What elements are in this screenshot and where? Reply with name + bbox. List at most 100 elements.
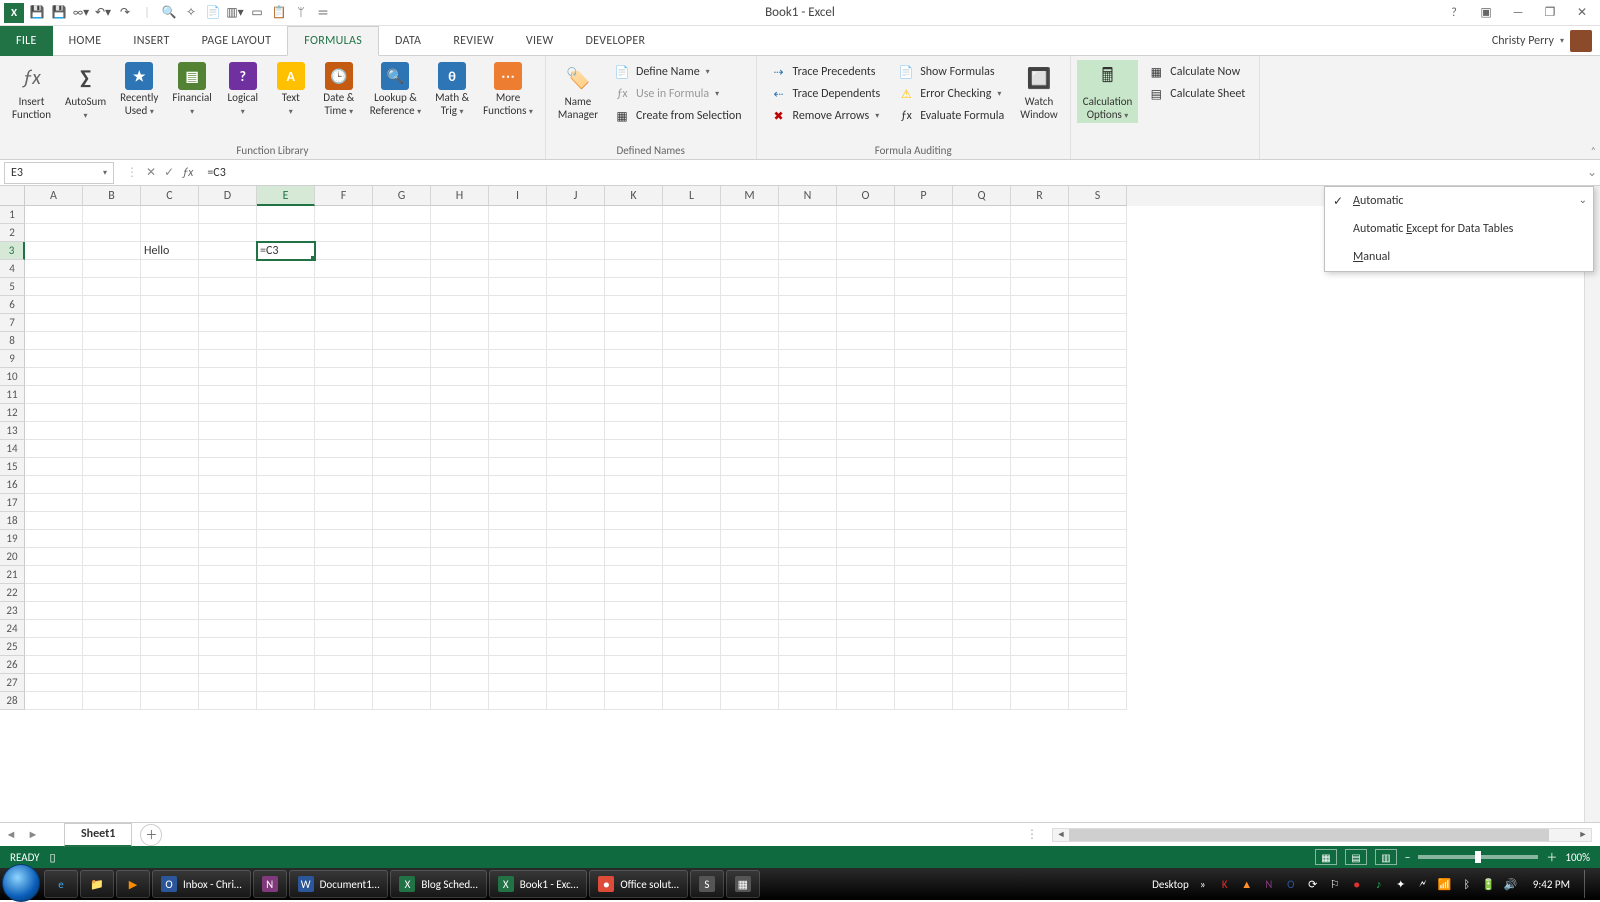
- formula-input[interactable]: =C3: [201, 166, 1584, 180]
- cell-E27[interactable]: [257, 674, 315, 692]
- cell-E6[interactable]: [257, 296, 315, 314]
- cell-R7[interactable]: [1011, 314, 1069, 332]
- row-header-17[interactable]: 17: [0, 494, 25, 512]
- tab-file[interactable]: FILE: [0, 26, 53, 56]
- cell-L23[interactable]: [663, 602, 721, 620]
- cell-Q26[interactable]: [953, 656, 1011, 674]
- cell-R10[interactable]: [1011, 368, 1069, 386]
- cell-R25[interactable]: [1011, 638, 1069, 656]
- vertical-scrollbar[interactable]: [1584, 186, 1600, 822]
- cell-D13[interactable]: [199, 422, 257, 440]
- cell-B25[interactable]: [83, 638, 141, 656]
- cell-O17[interactable]: [837, 494, 895, 512]
- row-header-7[interactable]: 7: [0, 314, 25, 332]
- col-header-C[interactable]: C: [141, 186, 199, 206]
- ribbon-display-icon[interactable]: ▣: [1474, 3, 1498, 23]
- cell-O2[interactable]: [837, 224, 895, 242]
- logical-button[interactable]: ?Logical▾: [220, 60, 266, 119]
- tray-flag-icon[interactable]: ⚐: [1327, 876, 1343, 892]
- cell-P28[interactable]: [895, 692, 953, 710]
- cell-P20[interactable]: [895, 548, 953, 566]
- cell-Q8[interactable]: [953, 332, 1011, 350]
- cell-O26[interactable]: [837, 656, 895, 674]
- cell-N22[interactable]: [779, 584, 837, 602]
- cell-I1[interactable]: [489, 206, 547, 224]
- cell-P7[interactable]: [895, 314, 953, 332]
- menu-item-manual[interactable]: Manual: [1325, 243, 1593, 271]
- cell-R24[interactable]: [1011, 620, 1069, 638]
- cell-J17[interactable]: [547, 494, 605, 512]
- cell-J4[interactable]: [547, 260, 605, 278]
- cell-I23[interactable]: [489, 602, 547, 620]
- cell-J18[interactable]: [547, 512, 605, 530]
- cell-S15[interactable]: [1069, 458, 1127, 476]
- cell-N25[interactable]: [779, 638, 837, 656]
- cell-J9[interactable]: [547, 350, 605, 368]
- cell-C25[interactable]: [141, 638, 199, 656]
- cell-M7[interactable]: [721, 314, 779, 332]
- cell-F4[interactable]: [315, 260, 373, 278]
- spreadsheet-grid[interactable]: ABCDEFGHIJKLMNOPQRS 12345678910111213141…: [0, 186, 1600, 822]
- cell-F26[interactable]: [315, 656, 373, 674]
- cell-F22[interactable]: [315, 584, 373, 602]
- cell-K13[interactable]: [605, 422, 663, 440]
- cell-H5[interactable]: [431, 278, 489, 296]
- cell-O22[interactable]: [837, 584, 895, 602]
- cell-I7[interactable]: [489, 314, 547, 332]
- cell-H18[interactable]: [431, 512, 489, 530]
- more-functions-button[interactable]: ⋯More Functions ▾: [477, 60, 539, 119]
- qat-tree-icon[interactable]: ᛘ: [292, 4, 310, 22]
- cell-S17[interactable]: [1069, 494, 1127, 512]
- cell-F23[interactable]: [315, 602, 373, 620]
- cell-Q24[interactable]: [953, 620, 1011, 638]
- cell-M8[interactable]: [721, 332, 779, 350]
- cell-R22[interactable]: [1011, 584, 1069, 602]
- cell-Q4[interactable]: [953, 260, 1011, 278]
- cell-Q19[interactable]: [953, 530, 1011, 548]
- cell-D12[interactable]: [199, 404, 257, 422]
- cell-O23[interactable]: [837, 602, 895, 620]
- cell-S24[interactable]: [1069, 620, 1127, 638]
- cell-R14[interactable]: [1011, 440, 1069, 458]
- cell-D7[interactable]: [199, 314, 257, 332]
- zoom-slider[interactable]: [1418, 855, 1538, 859]
- cell-F15[interactable]: [315, 458, 373, 476]
- tab-data[interactable]: DATA: [379, 26, 437, 56]
- cell-G12[interactable]: [373, 404, 431, 422]
- cell-N23[interactable]: [779, 602, 837, 620]
- cell-O6[interactable]: [837, 296, 895, 314]
- cell-R3[interactable]: [1011, 242, 1069, 260]
- cell-O16[interactable]: [837, 476, 895, 494]
- cell-J25[interactable]: [547, 638, 605, 656]
- cell-K6[interactable]: [605, 296, 663, 314]
- cell-I5[interactable]: [489, 278, 547, 296]
- cell-G9[interactable]: [373, 350, 431, 368]
- menu-item-auto-except[interactable]: Automatic Except for Data Tables: [1325, 215, 1593, 243]
- cell-R6[interactable]: [1011, 296, 1069, 314]
- cell-D11[interactable]: [199, 386, 257, 404]
- cell-I19[interactable]: [489, 530, 547, 548]
- cell-A4[interactable]: [25, 260, 83, 278]
- cell-D26[interactable]: [199, 656, 257, 674]
- horizontal-scrollbar[interactable]: ◄ ►: [1052, 828, 1592, 842]
- cell-B11[interactable]: [83, 386, 141, 404]
- trace-dependents-button[interactable]: ⇠Trace Dependents: [767, 84, 885, 104]
- cell-J1[interactable]: [547, 206, 605, 224]
- cell-L15[interactable]: [663, 458, 721, 476]
- cell-K8[interactable]: [605, 332, 663, 350]
- row-header-9[interactable]: 9: [0, 350, 25, 368]
- cell-H21[interactable]: [431, 566, 489, 584]
- cell-P8[interactable]: [895, 332, 953, 350]
- cell-B17[interactable]: [83, 494, 141, 512]
- tray-kaspersky-icon[interactable]: K: [1217, 876, 1233, 892]
- sheet-nav-prev-icon[interactable]: ◄: [0, 828, 22, 841]
- col-header-N[interactable]: N: [779, 186, 837, 206]
- taskbar-media-icon[interactable]: ▶: [116, 870, 150, 898]
- cell-K21[interactable]: [605, 566, 663, 584]
- cell-Q18[interactable]: [953, 512, 1011, 530]
- cell-M23[interactable]: [721, 602, 779, 620]
- tab-home[interactable]: HOME: [53, 26, 118, 56]
- cell-R19[interactable]: [1011, 530, 1069, 548]
- cell-D28[interactable]: [199, 692, 257, 710]
- cell-D21[interactable]: [199, 566, 257, 584]
